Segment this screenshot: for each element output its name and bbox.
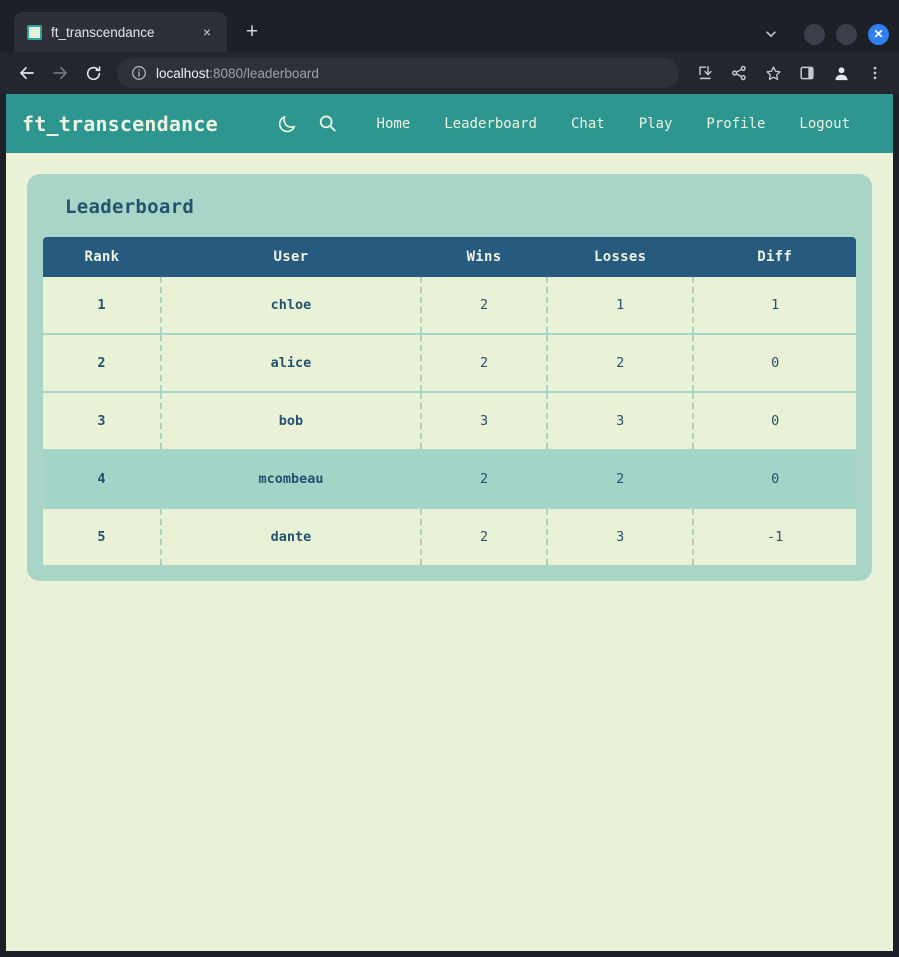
nav-link-play[interactable]: Play: [622, 110, 690, 138]
leaderboard-card: Leaderboard Rank User Wins Losses Diff 1…: [27, 174, 872, 581]
close-window-button[interactable]: ✕: [868, 23, 889, 45]
cell-rank: 5: [43, 508, 162, 565]
column-header-losses[interactable]: Losses: [547, 237, 694, 277]
cell-wins: 3: [421, 392, 549, 451]
table-body: 1 chloe 2 1 1 2 alice 2 2 0 3 bob 3 3 0 4 mcombeau 2 2 0 5 da…: [43, 277, 856, 565]
cell-rank: 1: [43, 277, 162, 335]
page-viewport: ft_transcendance Home Leaderboard Chat P…: [6, 94, 893, 951]
cell-wins: 2: [421, 508, 549, 565]
nav-link-chat[interactable]: Chat: [554, 110, 622, 138]
cell-diff: 0: [693, 450, 856, 509]
table-row[interactable]: 1 chloe 2 1 1: [43, 277, 856, 335]
page-content: Leaderboard Rank User Wins Losses Diff 1…: [6, 153, 893, 951]
cell-diff: 0: [693, 334, 856, 393]
chevron-down-icon[interactable]: [759, 22, 783, 46]
url-path: :8080/leaderboard: [209, 65, 319, 81]
table-row[interactable]: 2 alice 2 2 0: [43, 334, 856, 393]
bookmark-star-icon[interactable]: [758, 58, 788, 88]
nav-link-profile[interactable]: Profile: [689, 110, 782, 138]
cell-wins: 2: [421, 450, 549, 509]
share-icon[interactable]: [724, 58, 754, 88]
browser-window: ft_transcendance × + ✕ localhost:8080/le…: [0, 0, 899, 957]
cell-user: bob: [160, 392, 423, 451]
forward-button[interactable]: [45, 58, 75, 88]
cell-losses: 3: [547, 508, 695, 565]
close-tab-icon[interactable]: ×: [197, 22, 217, 42]
more-menu-icon[interactable]: [860, 58, 890, 88]
moon-icon[interactable]: [268, 104, 308, 144]
app-navbar: ft_transcendance Home Leaderboard Chat P…: [6, 94, 893, 153]
leaderboard-table: Rank User Wins Losses Diff 1 chloe 2 1 1 2 ali…: [43, 237, 856, 565]
url-text: localhost:8080/leaderboard: [156, 66, 319, 81]
column-header-user[interactable]: User: [160, 237, 422, 277]
profile-avatar-icon[interactable]: [826, 58, 856, 88]
cell-diff: -1: [693, 508, 856, 565]
cell-losses: 3: [547, 392, 695, 451]
reload-button[interactable]: [78, 58, 108, 88]
address-bar[interactable]: localhost:8080/leaderboard: [117, 58, 679, 88]
app-nav-links: Home Leaderboard Chat Play Profile Logou…: [360, 110, 867, 138]
cell-user: alice: [160, 334, 423, 393]
cell-rank: 3: [43, 392, 162, 451]
tab-title: ft_transcendance: [51, 24, 155, 40]
tab-strip: ft_transcendance × + ✕: [0, 0, 899, 52]
column-header-diff[interactable]: Diff: [693, 237, 856, 277]
side-panel-icon[interactable]: [792, 58, 822, 88]
back-button[interactable]: [12, 58, 42, 88]
info-circle-icon[interactable]: [131, 65, 147, 81]
column-header-wins[interactable]: Wins: [421, 237, 548, 277]
url-host: localhost: [156, 65, 210, 81]
cell-losses: 2: [547, 450, 695, 509]
cell-user: chloe: [160, 277, 423, 335]
table-row[interactable]: 3 bob 3 3 0: [43, 392, 856, 451]
browser-toolbar: localhost:8080/leaderboard: [0, 52, 899, 94]
window-controls: ✕: [759, 22, 889, 46]
table-row[interactable]: 4 mcombeau 2 2 0: [43, 450, 856, 509]
nav-link-logout[interactable]: Logout: [782, 110, 867, 138]
app-square-icon: [27, 24, 42, 40]
download-icon[interactable]: [690, 58, 720, 88]
browser-tab[interactable]: ft_transcendance ×: [14, 12, 227, 52]
cell-wins: 2: [421, 334, 549, 393]
toolbar-icons: [690, 58, 890, 88]
cell-diff: 0: [693, 392, 856, 451]
cell-rank: 2: [43, 334, 162, 393]
cell-user: mcombeau: [160, 450, 423, 509]
cell-losses: 2: [547, 334, 695, 393]
app-brand[interactable]: ft_transcendance: [22, 112, 218, 136]
table-row[interactable]: 5 dante 2 3 -1: [43, 508, 856, 565]
cell-diff: 1: [693, 277, 856, 335]
navbar-right: Home Leaderboard Chat Play Profile Logou…: [268, 104, 867, 144]
cell-wins: 2: [421, 277, 549, 335]
nav-link-home[interactable]: Home: [360, 110, 428, 138]
table-header: Rank User Wins Losses Diff: [43, 237, 856, 277]
column-header-rank[interactable]: Rank: [43, 237, 161, 277]
nav-link-leaderboard[interactable]: Leaderboard: [427, 110, 554, 138]
cell-rank: 4: [43, 450, 162, 509]
new-tab-button[interactable]: +: [237, 17, 267, 47]
minimize-button[interactable]: [804, 23, 825, 45]
cell-losses: 1: [547, 277, 695, 335]
cell-user: dante: [160, 508, 423, 565]
maximize-button[interactable]: [836, 23, 857, 45]
search-icon[interactable]: [308, 104, 348, 144]
table-header-row: Rank User Wins Losses Diff: [43, 237, 856, 277]
page-title: Leaderboard: [65, 196, 195, 218]
